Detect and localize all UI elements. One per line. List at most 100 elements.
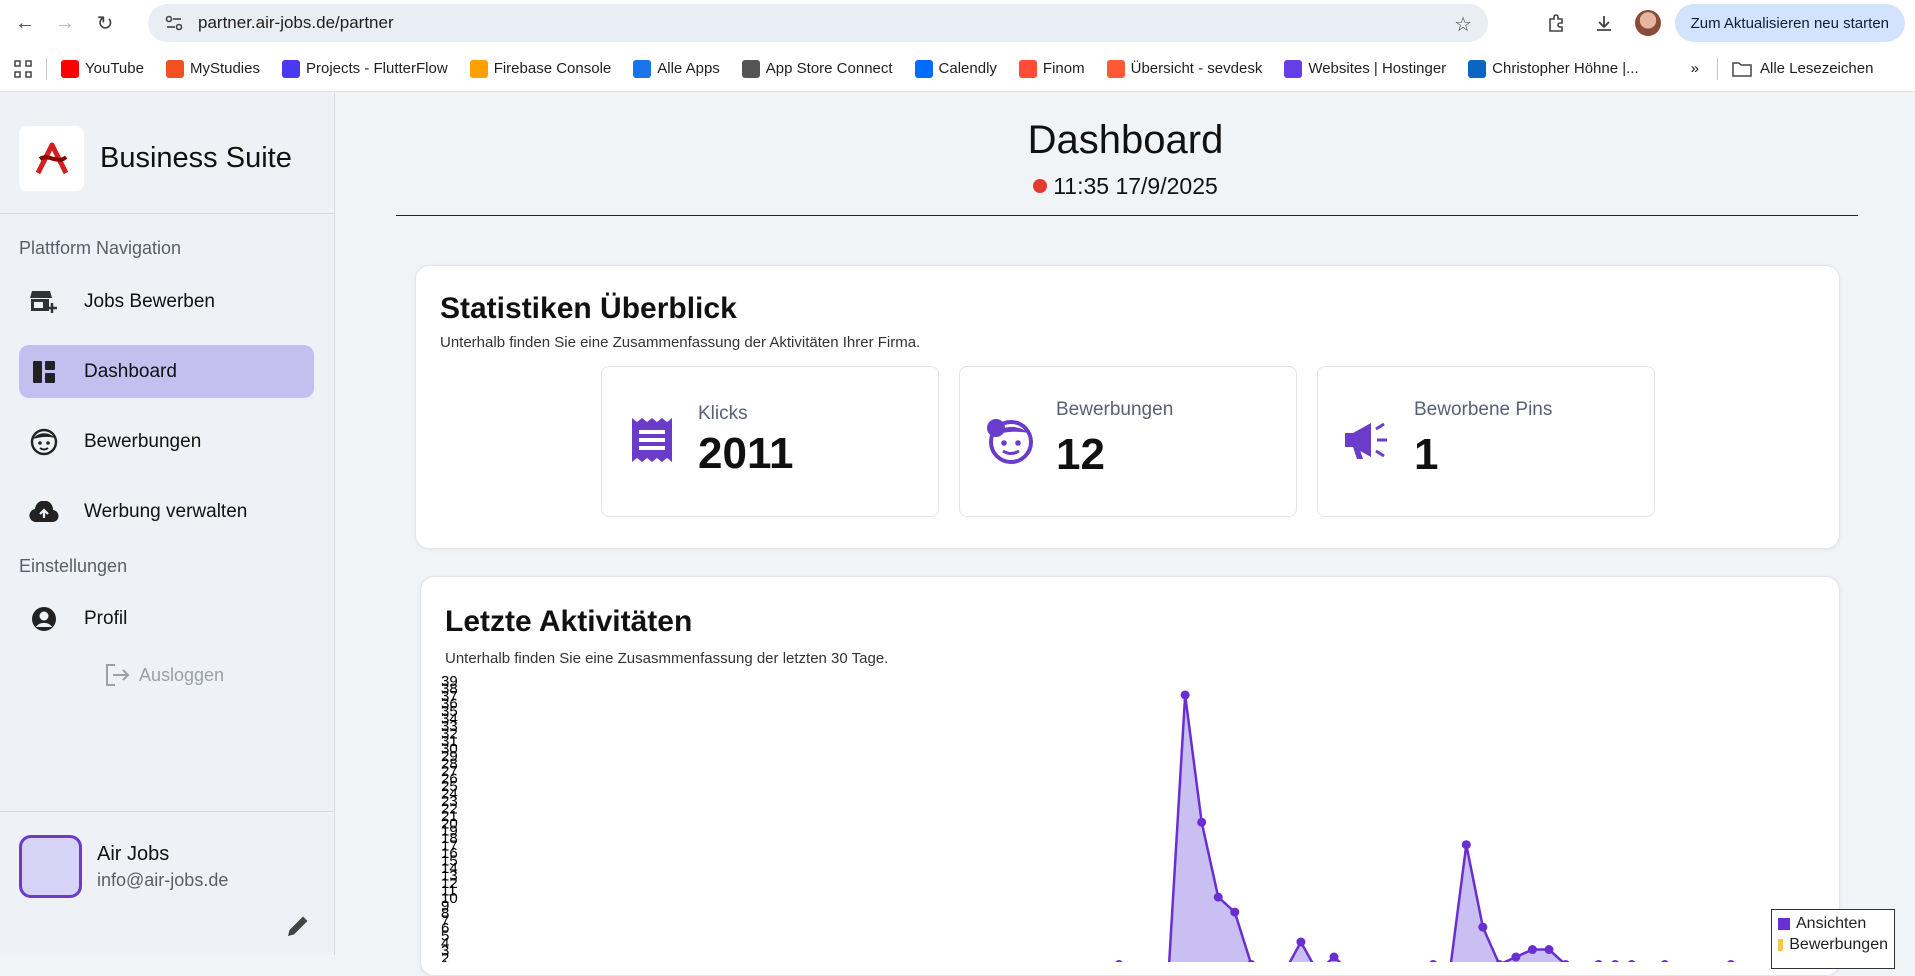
brand-logo[interactable] <box>19 126 84 191</box>
bookmarks-bar: YouTube MyStudies Projects - FlutterFlow Fi… <box>0 46 1915 92</box>
recent-activity-card: Letzte Aktivitäten Unterhalb finden Sie … <box>420 576 1895 976</box>
update-restart-button[interactable]: Zum Aktualisieren neu starten <box>1674 4 1905 42</box>
more-bookmarks-icon[interactable]: » <box>1691 60 1699 77</box>
bookmark-label: Christopher Höhne |... <box>1492 60 1639 77</box>
data-point-ansichten[interactable] <box>1544 945 1554 955</box>
bookmark-label: Websites | Hostinger <box>1308 60 1447 77</box>
youtube-icon <box>61 59 79 78</box>
page-title: Dashboard <box>1027 118 1224 162</box>
data-point-ansichten[interactable] <box>1428 960 1438 970</box>
receipt-icon <box>627 415 677 465</box>
dashboard-icon <box>29 357 59 387</box>
user-email: info@air-jobs.de <box>97 869 229 890</box>
bookmark-item[interactable]: Calendly <box>914 59 997 78</box>
url-text[interactable]: partner.air-jobs.de/partner <box>198 13 394 33</box>
calendly-icon <box>914 59 933 78</box>
data-point-ansichten[interactable] <box>1610 960 1620 970</box>
data-point-ansichten[interactable] <box>1660 960 1670 970</box>
stat-beworbene-pins: Beworbene Pins 1 <box>1317 366 1655 517</box>
play-icon <box>633 59 652 78</box>
bookmark-item[interactable]: Übersicht - sevdesk <box>1106 59 1263 78</box>
folder-icon <box>1732 61 1752 77</box>
profile-avatar-icon[interactable] <box>1634 10 1661 36</box>
sidebar-item-bewerbungen[interactable]: Bewerbungen <box>19 415 314 468</box>
edit-pencil-icon[interactable] <box>285 913 311 944</box>
bookmark-item[interactable]: Alle Apps <box>633 59 720 78</box>
data-point-ansichten[interactable] <box>1296 937 1306 947</box>
hostinger-icon <box>1284 59 1303 78</box>
all-bookmarks-label: Alle Lesezeichen <box>1760 60 1874 77</box>
bookmark-label: MyStudies <box>189 60 260 77</box>
data-point-ansichten[interactable] <box>1213 892 1223 902</box>
bookmark-item[interactable]: YouTube <box>61 59 144 78</box>
all-bookmarks-button[interactable]: Alle Lesezeichen <box>1732 60 1873 78</box>
bookmark-item[interactable]: Christopher Höhne |... <box>1468 59 1639 78</box>
logout-icon <box>106 664 130 686</box>
chart-legend: Ansichten Bewerbungen <box>1771 909 1895 969</box>
brand: Business Suite <box>19 126 292 191</box>
data-point-ansichten[interactable] <box>1726 960 1736 970</box>
stat-value: 12 <box>1056 430 1105 479</box>
series-area-ansichten <box>1119 694 1764 972</box>
settings-section-label: Einstellungen <box>19 556 128 576</box>
download-icon[interactable] <box>1587 6 1621 40</box>
live-clock: 11:35 17/9/2025 <box>336 173 1915 200</box>
site-settings-icon[interactable] <box>164 13 184 33</box>
data-point-ansichten[interactable] <box>1627 960 1637 970</box>
legend-label: Ansichten <box>1796 914 1867 932</box>
stat-label: Bewerbungen <box>1056 399 1174 420</box>
activity-chart-svg: 3938373635343332313029282726252423222120… <box>441 673 1769 976</box>
stat-bewerbungen: Bewerbungen 12 <box>959 366 1297 517</box>
forward-icon[interactable]: → <box>50 8 80 38</box>
sidebar-item-label: Jobs Bewerben <box>84 290 215 312</box>
address-bar[interactable]: partner.air-jobs.de/partner ☆ <box>148 4 1488 42</box>
bookmark-item[interactable]: Websites | Hostinger <box>1284 59 1447 78</box>
bookmark-star-icon[interactable]: ☆ <box>1454 12 1472 37</box>
user-name: Air Jobs <box>97 842 170 865</box>
extensions-icon[interactable] <box>1539 6 1573 40</box>
sidebar-item-label: Bewerbungen <box>84 430 202 452</box>
sidebar-item-werbung-verwalten[interactable]: Werbung verwalten <box>19 485 314 538</box>
bookmark-item[interactable]: Projects - FlutterFlow <box>281 59 448 78</box>
data-point-ansichten[interactable] <box>1230 907 1240 917</box>
account-circle-icon <box>29 604 59 634</box>
sidebar-item-dashboard[interactable]: Dashboard <box>19 345 314 398</box>
data-point-ansichten[interactable] <box>1511 952 1521 962</box>
back-icon[interactable]: ← <box>10 8 40 38</box>
sidebar-item-jobs-bewerben[interactable]: Jobs Bewerben <box>19 275 314 328</box>
y-tick-label: 1 <box>441 958 449 962</box>
stat-klicks: Klicks 2011 <box>601 366 939 517</box>
logout-button[interactable]: Ausloggen <box>105 663 224 687</box>
data-point-ansichten[interactable] <box>1478 922 1488 932</box>
stats-overview-card: Statistiken Überblick Unterhalb finden S… <box>415 265 1840 549</box>
legend-item-ansichten[interactable]: Ansichten <box>1778 913 1888 934</box>
megaphone-icon <box>1343 415 1393 465</box>
store-add-icon <box>29 287 59 317</box>
activity-card-subtitle: Unterhalb finden Sie eine Zusasmmenfassu… <box>445 650 889 667</box>
sevdesk-icon <box>1106 59 1125 78</box>
bookmark-item[interactable]: Finom <box>1018 59 1085 78</box>
sidebar: Business Suite Plattform Navigation Jobs… <box>0 93 335 955</box>
face-icon <box>29 427 59 457</box>
data-point-ansichten[interactable] <box>1594 960 1604 970</box>
sidebar-item-profil[interactable]: Profil <box>19 592 314 645</box>
reload-icon[interactable]: ↻ <box>90 8 120 38</box>
stat-value: 1 <box>1414 430 1439 479</box>
data-point-ansichten[interactable] <box>1114 960 1124 970</box>
data-point-ansichten[interactable] <box>1527 945 1537 955</box>
data-point-ansichten[interactable] <box>1329 952 1339 962</box>
user-avatar[interactable] <box>19 835 82 898</box>
bookmark-label: Finom <box>1042 60 1085 77</box>
data-point-ansichten[interactable] <box>1197 817 1207 827</box>
bookmark-item[interactable]: MyStudies <box>165 59 260 78</box>
data-point-ansichten[interactable] <box>1180 690 1190 700</box>
activity-chart: 39 38 37 36 35 34 33 32 31 30 29 28 27 26 25 24 23 22 21 20… <box>439 672 1839 976</box>
microsoft-icon <box>165 59 184 78</box>
legend-item-bewerbungen[interactable]: Bewerbungen <box>1778 934 1888 955</box>
bookmark-label: Übersicht - sevdesk <box>1130 60 1263 77</box>
apps-grid-icon[interactable] <box>8 54 38 84</box>
data-point-ansichten[interactable] <box>1461 840 1471 850</box>
bookmark-item[interactable]: App Store Connect <box>741 59 893 78</box>
bookmark-item[interactable]: Firebase Console <box>469 59 611 78</box>
legend-swatch <box>1778 938 1784 951</box>
